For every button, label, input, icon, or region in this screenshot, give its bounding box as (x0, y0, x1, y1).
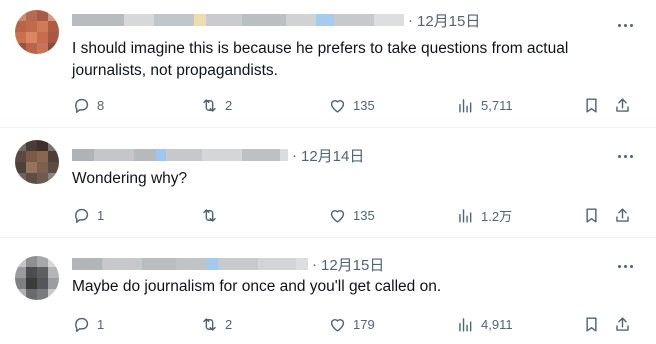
separator-dot: · (312, 255, 317, 273)
reply-text: Maybe do journalism for once and you'll … (72, 278, 442, 295)
more-dots-icon (616, 145, 634, 163)
like-button[interactable]: 135 (328, 94, 375, 116)
more-dots-icon (616, 14, 634, 32)
avatar[interactable] (15, 256, 59, 300)
blurred-user-name[interactable] (72, 257, 308, 271)
views-chart-icon (459, 317, 472, 332)
like-button[interactable]: 179 (328, 313, 375, 335)
more-options-button[interactable] (614, 145, 636, 163)
blurred-user-name[interactable] (72, 13, 404, 27)
reply-button[interactable]: 1 (72, 204, 104, 226)
share-button[interactable] (613, 94, 632, 116)
reply-bubble-icon (75, 98, 89, 113)
reply-date[interactable]: 12月15日 (417, 10, 480, 31)
retweet-button[interactable] (200, 204, 225, 226)
more-dots-icon (616, 255, 634, 273)
reply-header: · 12月15日 (72, 9, 606, 31)
heart-icon (330, 209, 345, 223)
heart-icon (330, 318, 345, 332)
reply-header: · 12月14日 (72, 144, 606, 166)
reply-button[interactable]: 8 (72, 94, 104, 116)
reply-card[interactable]: · 12月15日 I should imagine this is becaus… (0, 0, 656, 128)
bookmark-icon (586, 207, 597, 223)
action-bar: 8 2 135 5,711 (72, 94, 636, 116)
reply-bubble-icon (75, 317, 89, 332)
bookmark-button[interactable] (582, 94, 601, 116)
views-button[interactable]: 5,711 (456, 94, 513, 116)
reply-button[interactable]: 1 (72, 313, 104, 335)
share-icon (616, 316, 629, 331)
bookmark-icon (586, 316, 597, 332)
views-button[interactable]: 4,911 (456, 313, 513, 335)
reply-date[interactable]: 12月15日 (321, 254, 384, 275)
separator-dot: · (408, 11, 413, 29)
like-count: 179 (353, 316, 375, 332)
like-count: 135 (353, 207, 375, 223)
reply-date[interactable]: 12月14日 (301, 145, 364, 166)
like-button[interactable]: 135 (328, 204, 375, 226)
reply-text: I should imagine this is because he pref… (72, 40, 573, 79)
action-bar: 1 2 179 4,911 (72, 313, 636, 335)
retweet-button[interactable]: 2 (200, 94, 232, 116)
retweet-count: 2 (225, 316, 233, 332)
reply-header: · 12月15日 (72, 253, 606, 275)
retweet-icon (203, 208, 216, 222)
views-count: 1.2万 (481, 208, 513, 224)
more-options-button[interactable] (614, 255, 636, 273)
avatar[interactable] (15, 10, 59, 54)
more-options-button[interactable] (614, 14, 636, 32)
retweet-count: 2 (225, 97, 233, 113)
bookmark-button[interactable] (582, 204, 601, 226)
heart-icon (330, 99, 345, 113)
reply-count: 1 (97, 207, 105, 223)
views-chart-icon (459, 98, 472, 113)
views-chart-icon (459, 208, 472, 223)
share-icon (616, 207, 629, 222)
retweet-icon (203, 98, 216, 112)
views-count: 5,711 (481, 97, 513, 113)
like-count: 135 (353, 97, 375, 113)
avatar[interactable] (15, 140, 59, 184)
share-button[interactable] (613, 204, 632, 226)
reply-count: 8 (97, 97, 105, 113)
share-icon (616, 97, 629, 112)
reply-text: Wondering why? (72, 170, 188, 187)
views-button[interactable]: 1.2万 (456, 204, 512, 226)
separator-dot: · (292, 146, 297, 164)
retweet-button[interactable]: 2 (200, 313, 232, 335)
bookmark-button[interactable] (582, 313, 601, 335)
retweet-icon (203, 317, 216, 331)
views-count: 4,911 (481, 316, 513, 332)
reply-count: 1 (97, 316, 105, 332)
share-button[interactable] (613, 313, 632, 335)
reply-bubble-icon (75, 208, 89, 223)
action-bar: 1 135 1.2万 (72, 204, 636, 226)
reply-card[interactable]: · 12月14日 Wondering why? 1 135 1.2万 (0, 128, 656, 238)
reply-card[interactable]: · 12月15日 Maybe do journalism for once an… (0, 238, 656, 344)
blurred-user-name[interactable] (72, 148, 288, 162)
bookmark-icon (586, 97, 597, 113)
